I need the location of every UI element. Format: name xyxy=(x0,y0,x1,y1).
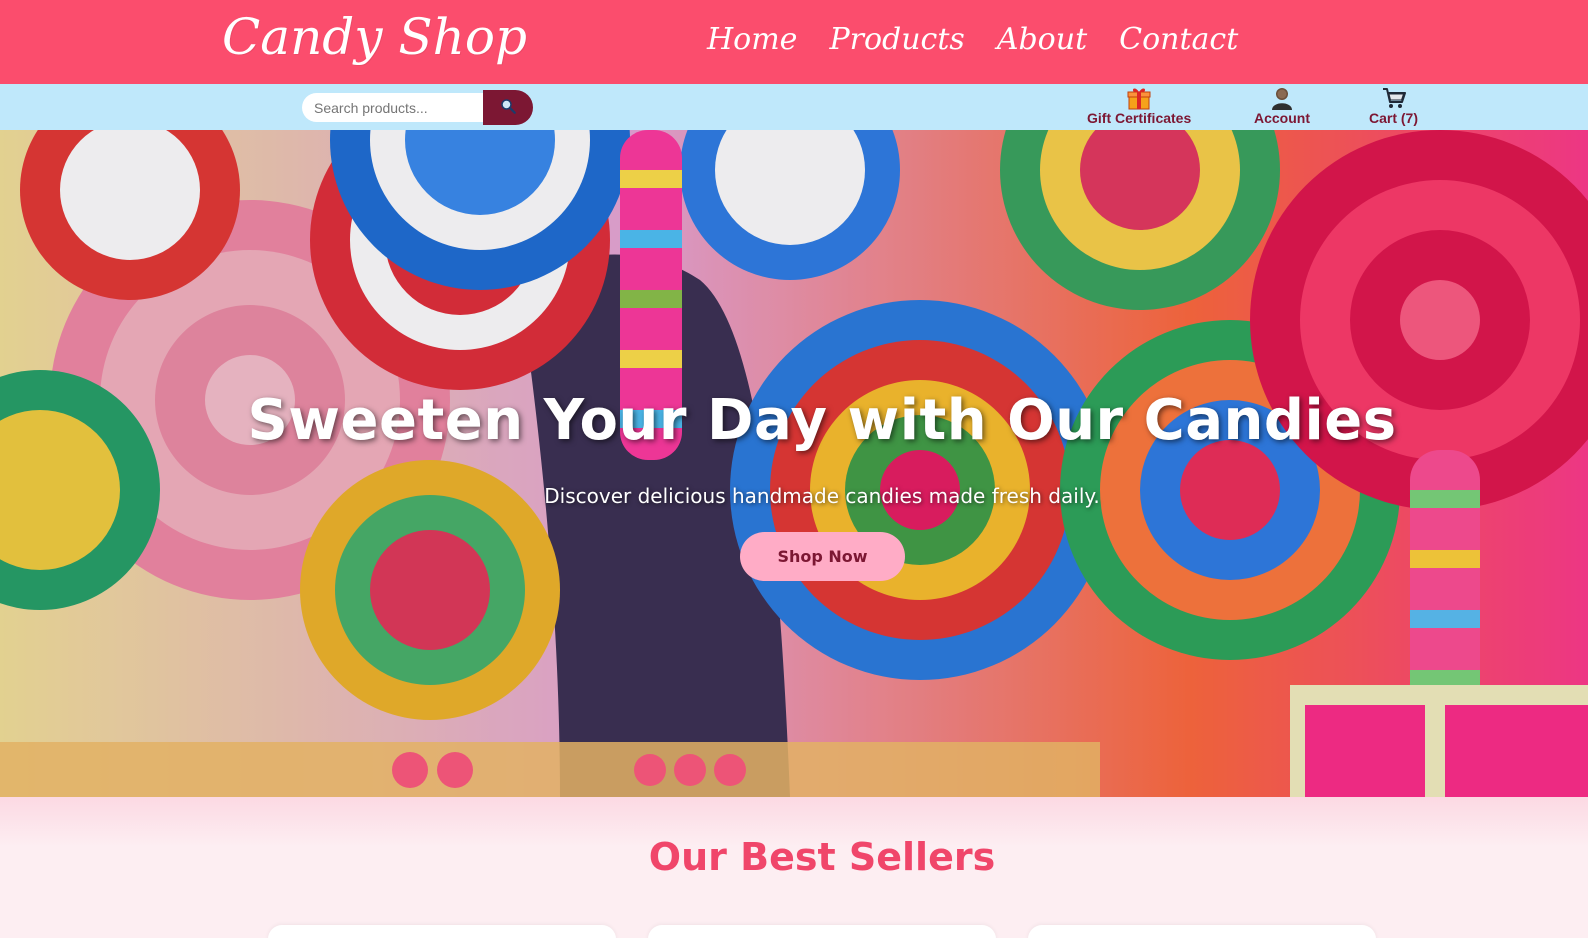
hero-title: Sweeten Your Day with Our Candies xyxy=(247,388,1397,453)
hero-overlay xyxy=(0,130,1588,797)
nav-products[interactable]: Products xyxy=(829,20,964,60)
account-label: Account xyxy=(1254,110,1310,126)
product-card[interactable] xyxy=(648,925,996,938)
best-sellers-section: Our Best Sellers xyxy=(0,797,1588,938)
main-nav: Home Products About Contact xyxy=(707,20,1238,60)
hero-subtitle: Discover delicious handmade candies made… xyxy=(544,484,1100,508)
account-icon xyxy=(1272,88,1292,110)
nav-home[interactable]: Home xyxy=(707,20,797,60)
nav-contact[interactable]: Contact xyxy=(1119,20,1238,60)
search-form xyxy=(302,90,533,125)
search-button[interactable] xyxy=(483,90,533,125)
gift-certificates-link[interactable]: Gift Certificates xyxy=(1087,84,1191,130)
nav-about[interactable]: About xyxy=(997,20,1087,60)
cart-label: Cart (7) xyxy=(1369,110,1419,126)
cart-icon xyxy=(1382,88,1406,108)
gift-certificates-label: Gift Certificates xyxy=(1087,110,1192,126)
best-sellers-heading: Our Best Sellers xyxy=(648,835,996,879)
search-icon xyxy=(501,99,516,114)
gift-icon xyxy=(1127,88,1151,110)
hero-banner: Sweeten Your Day with Our Candies Discov… xyxy=(0,130,1588,797)
product-card[interactable] xyxy=(1028,925,1376,938)
cart-link[interactable]: Cart (7) xyxy=(1369,84,1418,130)
utility-bar: Gift Certificates Account Cart (7) xyxy=(0,84,1588,130)
top-header: Candy Shop Home Products About Contact xyxy=(0,0,1588,84)
search-input[interactable] xyxy=(302,93,486,122)
shop-now-button[interactable]: Shop Now xyxy=(740,532,905,581)
account-link[interactable]: Account xyxy=(1254,84,1310,130)
site-logo[interactable]: Candy Shop xyxy=(222,8,527,66)
product-card[interactable] xyxy=(268,925,616,938)
